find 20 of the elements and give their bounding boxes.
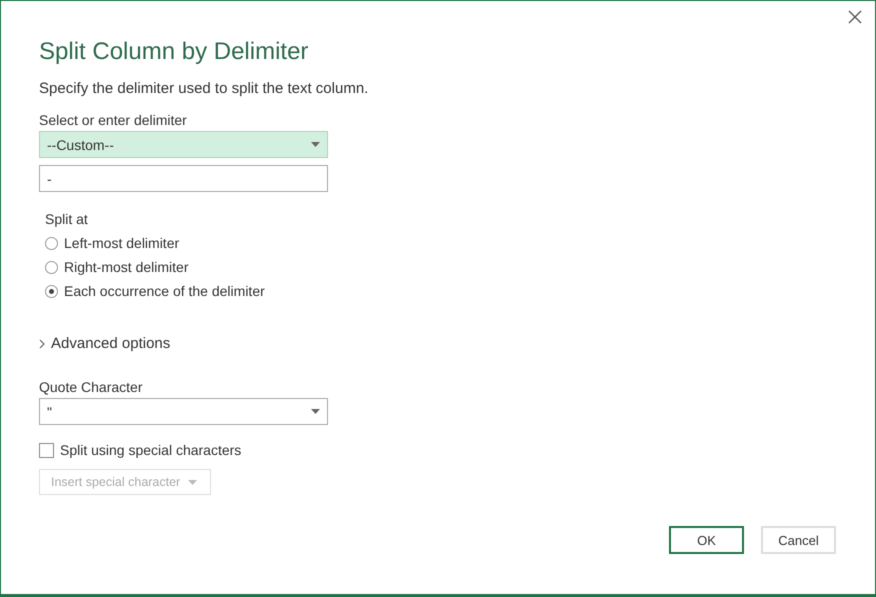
dropdown-caret-icon [311,409,320,414]
ok-button[interactable]: OK [669,526,744,554]
advanced-options-toggle[interactable]: Advanced options [39,335,170,352]
close-icon[interactable] [846,8,864,26]
dialog-title: Split Column by Delimiter [39,37,310,67]
dialog-description: Specify the delimiter used to split the text column. [39,79,370,99]
delimiter-label: Select or enter delimiter [39,111,188,129]
delimiter-dropdown[interactable]: --Custom-- [39,131,328,158]
radio-option[interactable]: Left-most delimiter [45,234,837,252]
split-at-label: Split at [45,210,89,228]
dropdown-caret-icon [188,480,198,484]
radio-option[interactable]: Each occurrence of the delimiter [45,282,837,300]
quote-character-dropdown[interactable]: " [39,398,328,425]
radio-option[interactable]: Right-most delimiter [45,258,837,276]
dropdown-caret-icon [311,142,320,147]
special-characters-checkbox[interactable]: Split using special characters [39,441,837,459]
chevron-icon [39,338,45,348]
delimiter-input-field[interactable]: - [39,165,328,192]
quote-character-label: Quote Character [39,378,144,396]
cancel-button[interactable]: Cancel [761,526,836,554]
